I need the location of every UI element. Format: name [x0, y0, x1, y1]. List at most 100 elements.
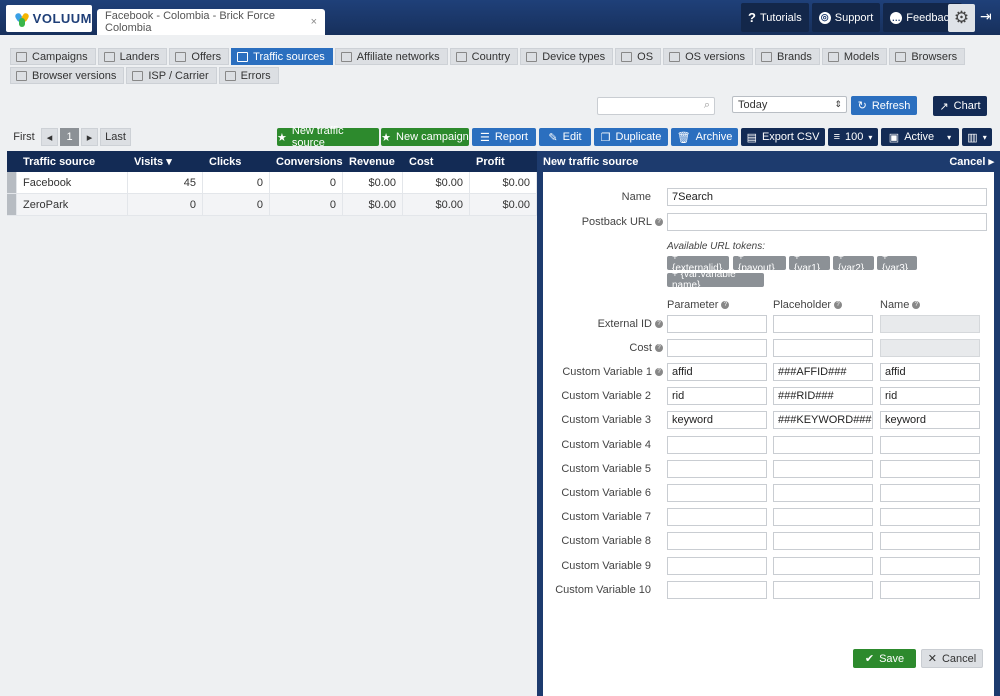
save-button[interactable]: ✔ Save: [853, 649, 916, 668]
nav-campaigns[interactable]: Campaigns: [10, 48, 96, 65]
nav-traffic-sources[interactable]: Traffic sources: [231, 48, 333, 65]
parameter-input[interactable]: [667, 436, 767, 454]
placeholder-input[interactable]: [773, 581, 873, 599]
name-input[interactable]: [880, 557, 980, 575]
url-token-chip[interactable]: + {payout}: [733, 252, 786, 274]
column-header[interactable]: Traffic source: [17, 151, 128, 172]
nav-errors[interactable]: Errors: [218, 67, 279, 84]
edit-button[interactable]: ✎ Edit: [539, 128, 591, 146]
column-header[interactable]: Revenue: [343, 151, 403, 172]
name-input[interactable]: [880, 436, 980, 454]
nav-brands[interactable]: Brands: [755, 48, 820, 65]
nav-country[interactable]: Country: [449, 48, 519, 65]
logout-icon[interactable]: ⇥: [980, 8, 992, 25]
chart-button[interactable]: ↗ Chart: [933, 96, 987, 116]
status-filter-dropdown[interactable]: ▣ Active ▾: [881, 128, 959, 146]
name-input[interactable]: [880, 508, 980, 526]
duplicate-button[interactable]: ❐ Duplicate: [594, 128, 668, 146]
gear-icon[interactable]: ⚙: [948, 4, 975, 32]
url-token-chip[interactable]: + {var:variable name}: [667, 269, 764, 291]
cancel-button[interactable]: ✕ Cancel: [921, 649, 983, 668]
url-token-chip[interactable]: + {var1}: [789, 252, 830, 274]
parameter-input[interactable]: [667, 532, 767, 550]
parameter-input[interactable]: affid: [667, 363, 767, 381]
row-handle[interactable]: [7, 194, 17, 215]
parameter-input[interactable]: keyword: [667, 411, 767, 429]
tutorials-button[interactable]: ? Tutorials: [741, 3, 809, 32]
name-input[interactable]: [880, 460, 980, 478]
name-input[interactable]: affid: [880, 363, 980, 381]
url-token-chip[interactable]: + {var2}: [833, 252, 874, 274]
parameter-input[interactable]: [667, 557, 767, 575]
table-row[interactable]: Facebook 45 0 0 $0.00 $0.00 $0.00: [7, 172, 537, 194]
name-input[interactable]: [880, 484, 980, 502]
pager-last[interactable]: Last: [100, 128, 131, 146]
nav-isp-carrier[interactable]: ISP / Carrier: [126, 67, 217, 84]
support-button[interactable]: ◎ Support: [811, 3, 881, 32]
page-size-dropdown[interactable]: ≡ 100 ▾: [828, 128, 878, 146]
placeholder-input[interactable]: [773, 508, 873, 526]
help-icon[interactable]: ?: [912, 301, 921, 310]
postback-url-input[interactable]: [667, 213, 987, 231]
help-icon[interactable]: ?: [655, 218, 663, 227]
pager-current-page[interactable]: 1: [60, 128, 79, 146]
parameter-input[interactable]: [667, 315, 767, 333]
refresh-button[interactable]: ↻ Refresh: [851, 96, 917, 115]
placeholder-input[interactable]: [773, 315, 873, 333]
pager-first[interactable]: First: [10, 128, 38, 146]
parameter-input[interactable]: [667, 581, 767, 599]
archive-button[interactable]: 🗑 Archive: [671, 128, 738, 146]
campaign-tab[interactable]: Facebook - Colombia - Brick Force Colomb…: [97, 9, 325, 35]
pager-prev-icon[interactable]: ◂: [41, 128, 58, 146]
name-input[interactable]: keyword: [880, 411, 980, 429]
nav-browser-versions[interactable]: Browser versions: [10, 67, 125, 84]
new-traffic-source-button[interactable]: ★ New traffic source: [277, 125, 379, 149]
column-header[interactable]: Visits ▾: [128, 151, 203, 172]
date-range-select[interactable]: Today ⇕: [732, 96, 847, 113]
url-token-chip[interactable]: + {var3}: [877, 252, 917, 274]
nav-browsers[interactable]: Browsers: [889, 48, 966, 65]
close-tab-icon[interactable]: ×: [311, 16, 317, 28]
url-token-chip[interactable]: + {externalid}: [667, 252, 729, 274]
placeholder-input[interactable]: [773, 557, 873, 575]
parameter-input[interactable]: [667, 508, 767, 526]
row-handle[interactable]: [7, 172, 17, 193]
name-input[interactable]: rid: [880, 387, 980, 405]
help-icon[interactable]: ?: [721, 301, 730, 310]
parameter-input[interactable]: [667, 460, 767, 478]
name-input[interactable]: [880, 532, 980, 550]
parameter-input[interactable]: [667, 339, 767, 357]
placeholder-input[interactable]: [773, 532, 873, 550]
placeholder-input[interactable]: ###RID###: [773, 387, 873, 405]
table-row[interactable]: ZeroPark 0 0 0 $0.00 $0.00 $0.00: [7, 194, 537, 216]
placeholder-input[interactable]: [773, 484, 873, 502]
column-header[interactable]: Profit: [470, 151, 537, 172]
columns-dropdown[interactable]: ▥ ▾: [962, 128, 992, 146]
nav-models[interactable]: Models: [821, 48, 888, 65]
name-input[interactable]: 7Search: [667, 188, 987, 206]
panel-cancel-link[interactable]: Cancel ▸: [949, 155, 994, 168]
placeholder-input[interactable]: [773, 460, 873, 478]
column-header[interactable]: Clicks: [203, 151, 270, 172]
placeholder-input[interactable]: ###KEYWORD###: [773, 411, 873, 429]
nav-affiliate-networks[interactable]: Affiliate networks: [334, 48, 448, 65]
help-icon[interactable]: ?: [834, 301, 843, 310]
placeholder-input[interactable]: [773, 339, 873, 357]
voluum-logo[interactable]: VOLUUM: [6, 5, 92, 32]
nav-os[interactable]: OS: [615, 48, 662, 65]
placeholder-input[interactable]: [773, 436, 873, 454]
nav-os-versions[interactable]: OS versions: [663, 48, 753, 65]
nav-device-types[interactable]: Device types: [520, 48, 614, 65]
nav-landers[interactable]: Landers: [97, 48, 168, 65]
search-input[interactable]: ⌕: [597, 97, 715, 115]
placeholder-input[interactable]: ###AFFID###: [773, 363, 873, 381]
pager-next-icon[interactable]: ▸: [81, 128, 98, 146]
column-header[interactable]: Cost: [403, 151, 470, 172]
help-icon[interactable]: ?: [655, 320, 663, 329]
help-icon[interactable]: ?: [655, 368, 663, 377]
report-button[interactable]: ☰ Report: [472, 128, 536, 146]
new-campaign-button[interactable]: ★ New campaign: [381, 128, 469, 146]
export-csv-button[interactable]: ▤ Export CSV: [741, 128, 825, 146]
name-input[interactable]: [880, 581, 980, 599]
column-header[interactable]: Conversions: [270, 151, 343, 172]
